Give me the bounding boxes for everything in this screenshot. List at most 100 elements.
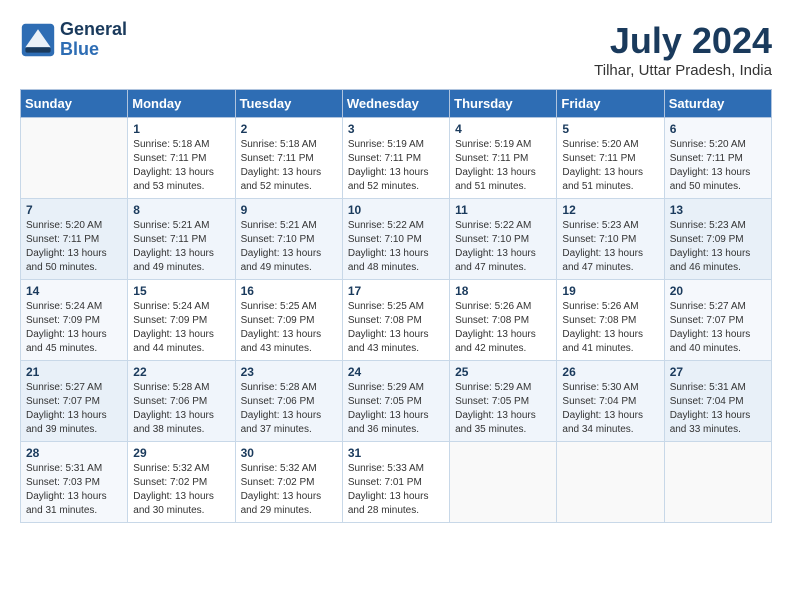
day-number: 18: [455, 284, 551, 298]
day-info: Sunrise: 5:28 AM Sunset: 7:06 PM Dayligh…: [241, 381, 337, 437]
calendar-week-row: 28 Sunrise: 5:31 AM Sunset: 7:03 PM Dayli…: [21, 442, 772, 523]
col-header-tuesday: Tuesday: [235, 90, 342, 118]
calendar-cell: 17 Sunrise: 5:25 AM Sunset: 7:08 PM Dayli…: [342, 280, 449, 361]
day-number: 3: [348, 122, 444, 136]
day-info: Sunrise: 5:27 AM Sunset: 7:07 PM Dayligh…: [670, 300, 766, 356]
calendar-cell: [557, 442, 664, 523]
day-number: 30: [241, 446, 337, 460]
col-header-thursday: Thursday: [450, 90, 557, 118]
calendar-cell: 2Sunrise: 5:18 AM Sunset: 7:11 PM Daylig…: [235, 118, 342, 199]
col-header-friday: Friday: [557, 90, 664, 118]
day-number: 15: [133, 284, 229, 298]
day-number: 29: [133, 446, 229, 460]
day-info: Sunrise: 5:21 AM Sunset: 7:11 PM Dayligh…: [133, 219, 229, 275]
calendar-cell: 22 Sunrise: 5:28 AM Sunset: 7:06 PM Dayli…: [128, 361, 235, 442]
calendar-cell: 31 Sunrise: 5:33 AM Sunset: 7:01 PM Dayli…: [342, 442, 449, 523]
day-number: 26: [562, 365, 658, 379]
day-number: 27: [670, 365, 766, 379]
day-info: Sunrise: 5:20 AM Sunset: 7:11 PM Dayligh…: [26, 219, 122, 275]
day-info: Sunrise: 5:26 AM Sunset: 7:08 PM Dayligh…: [562, 300, 658, 356]
day-number: 12: [562, 203, 658, 217]
day-number: 31: [348, 446, 444, 460]
calendar-cell: 1 Sunrise: 5:18 AM Sunset: 7:11 PM Daylig…: [128, 118, 235, 199]
day-number: 17: [348, 284, 444, 298]
calendar-week-row: 21 Sunrise: 5:27 AM Sunset: 7:07 PM Dayli…: [21, 361, 772, 442]
calendar-cell: 21 Sunrise: 5:27 AM Sunset: 7:07 PM Dayli…: [21, 361, 128, 442]
calendar-cell: 9 Sunrise: 5:21 AM Sunset: 7:10 PM Daylig…: [235, 199, 342, 280]
calendar-cell: 10 Sunrise: 5:22 AM Sunset: 7:10 PM Dayli…: [342, 199, 449, 280]
day-info: Sunrise: 5:22 AM Sunset: 7:10 PM Dayligh…: [348, 219, 444, 275]
day-number: 10: [348, 203, 444, 217]
day-info: Sunrise: 5:24 AM Sunset: 7:09 PM Dayligh…: [26, 300, 122, 356]
day-number: 20: [670, 284, 766, 298]
day-number: 11: [455, 203, 551, 217]
calendar-cell: 5 Sunrise: 5:20 AM Sunset: 7:11 PM Daylig…: [557, 118, 664, 199]
day-info: Sunrise: 5:31 AM Sunset: 7:04 PM Dayligh…: [670, 381, 766, 437]
day-number: 5: [562, 122, 658, 136]
day-info: Sunrise: 5:26 AM Sunset: 7:08 PM Dayligh…: [455, 300, 551, 356]
day-number: 9: [241, 203, 337, 217]
day-number: 19: [562, 284, 658, 298]
calendar-cell: 15 Sunrise: 5:24 AM Sunset: 7:09 PM Dayli…: [128, 280, 235, 361]
calendar-cell: 25Sunrise: 5:29 AM Sunset: 7:05 PM Dayli…: [450, 361, 557, 442]
day-info: Sunrise: 5:20 AM Sunset: 7:11 PM Dayligh…: [562, 138, 658, 194]
title-block: July 2024 Tilhar, Uttar Pradesh, India: [594, 20, 772, 79]
day-number: 7: [26, 203, 122, 217]
calendar-cell: 24 Sunrise: 5:29 AM Sunset: 7:05 PM Dayli…: [342, 361, 449, 442]
calendar-cell: 12 Sunrise: 5:23 AM Sunset: 7:10 PM Dayli…: [557, 199, 664, 280]
day-info: Sunrise: 5:19 AM Sunset: 7:11 PM Dayligh…: [348, 138, 444, 194]
day-info: Sunrise: 5:27 AM Sunset: 7:07 PM Dayligh…: [26, 381, 122, 437]
location: Tilhar, Uttar Pradesh, India: [594, 62, 772, 79]
day-number: 28: [26, 446, 122, 460]
calendar-table: SundayMondayTuesdayWednesdayThursdayFrid…: [20, 89, 772, 523]
day-info: Sunrise: 5:23 AM Sunset: 7:10 PM Dayligh…: [562, 219, 658, 275]
day-info: Sunrise: 5:32 AM Sunset: 7:02 PM Dayligh…: [133, 462, 229, 518]
calendar-cell: 20 Sunrise: 5:27 AM Sunset: 7:07 PM Dayli…: [664, 280, 771, 361]
day-number: 24: [348, 365, 444, 379]
day-number: 23: [241, 365, 337, 379]
day-info: Sunrise: 5:18 AM Sunset: 7:11 PM Dayligh…: [133, 138, 229, 194]
col-header-saturday: Saturday: [664, 90, 771, 118]
day-info: Sunrise: 5:25 AM Sunset: 7:08 PM Dayligh…: [348, 300, 444, 356]
calendar-cell: [21, 118, 128, 199]
logo-line1: General: [60, 20, 127, 40]
day-number: 13: [670, 203, 766, 217]
day-info: Sunrise: 5:29 AM Sunset: 7:05 PM Dayligh…: [455, 381, 551, 437]
calendar-cell: 11 Sunrise: 5:22 AM Sunset: 7:10 PM Dayli…: [450, 199, 557, 280]
calendar-cell: 30 Sunrise: 5:32 AM Sunset: 7:02 PM Dayli…: [235, 442, 342, 523]
calendar-cell: 26 Sunrise: 5:30 AM Sunset: 7:04 PM Dayli…: [557, 361, 664, 442]
day-number: 16: [241, 284, 337, 298]
day-number: 8: [133, 203, 229, 217]
calendar-cell: 23 Sunrise: 5:28 AM Sunset: 7:06 PM Dayli…: [235, 361, 342, 442]
calendar-week-row: 14Sunrise: 5:24 AM Sunset: 7:09 PM Dayli…: [21, 280, 772, 361]
calendar-cell: 29 Sunrise: 5:32 AM Sunset: 7:02 PM Dayli…: [128, 442, 235, 523]
col-header-sunday: Sunday: [21, 90, 128, 118]
day-number: 4: [455, 122, 551, 136]
day-number: 2: [241, 122, 337, 136]
day-info: Sunrise: 5:20 AM Sunset: 7:11 PM Dayligh…: [670, 138, 766, 194]
day-info: Sunrise: 5:32 AM Sunset: 7:02 PM Dayligh…: [241, 462, 337, 518]
calendar-cell: [450, 442, 557, 523]
calendar-cell: 19 Sunrise: 5:26 AM Sunset: 7:08 PM Dayli…: [557, 280, 664, 361]
logo-text: General Blue: [60, 20, 127, 60]
day-info: Sunrise: 5:29 AM Sunset: 7:05 PM Dayligh…: [348, 381, 444, 437]
day-info: Sunrise: 5:25 AM Sunset: 7:09 PM Dayligh…: [241, 300, 337, 356]
day-info: Sunrise: 5:22 AM Sunset: 7:10 PM Dayligh…: [455, 219, 551, 275]
day-info: Sunrise: 5:21 AM Sunset: 7:10 PM Dayligh…: [241, 219, 337, 275]
calendar-cell: 4 Sunrise: 5:19 AM Sunset: 7:11 PM Daylig…: [450, 118, 557, 199]
day-number: 21: [26, 365, 122, 379]
logo-line2: Blue: [60, 40, 127, 60]
day-number: 22: [133, 365, 229, 379]
col-header-monday: Monday: [128, 90, 235, 118]
day-number: 1: [133, 122, 229, 136]
day-info: Sunrise: 5:33 AM Sunset: 7:01 PM Dayligh…: [348, 462, 444, 518]
day-info: Sunrise: 5:28 AM Sunset: 7:06 PM Dayligh…: [133, 381, 229, 437]
day-info: Sunrise: 5:24 AM Sunset: 7:09 PM Dayligh…: [133, 300, 229, 356]
day-info: Sunrise: 5:31 AM Sunset: 7:03 PM Dayligh…: [26, 462, 122, 518]
month-year: July 2024: [594, 20, 772, 62]
day-info: Sunrise: 5:23 AM Sunset: 7:09 PM Dayligh…: [670, 219, 766, 275]
calendar-header-row: SundayMondayTuesdayWednesdayThursdayFrid…: [21, 90, 772, 118]
day-info: Sunrise: 5:30 AM Sunset: 7:04 PM Dayligh…: [562, 381, 658, 437]
calendar-cell: 14Sunrise: 5:24 AM Sunset: 7:09 PM Dayli…: [21, 280, 128, 361]
day-info: Sunrise: 5:19 AM Sunset: 7:11 PM Dayligh…: [455, 138, 551, 194]
